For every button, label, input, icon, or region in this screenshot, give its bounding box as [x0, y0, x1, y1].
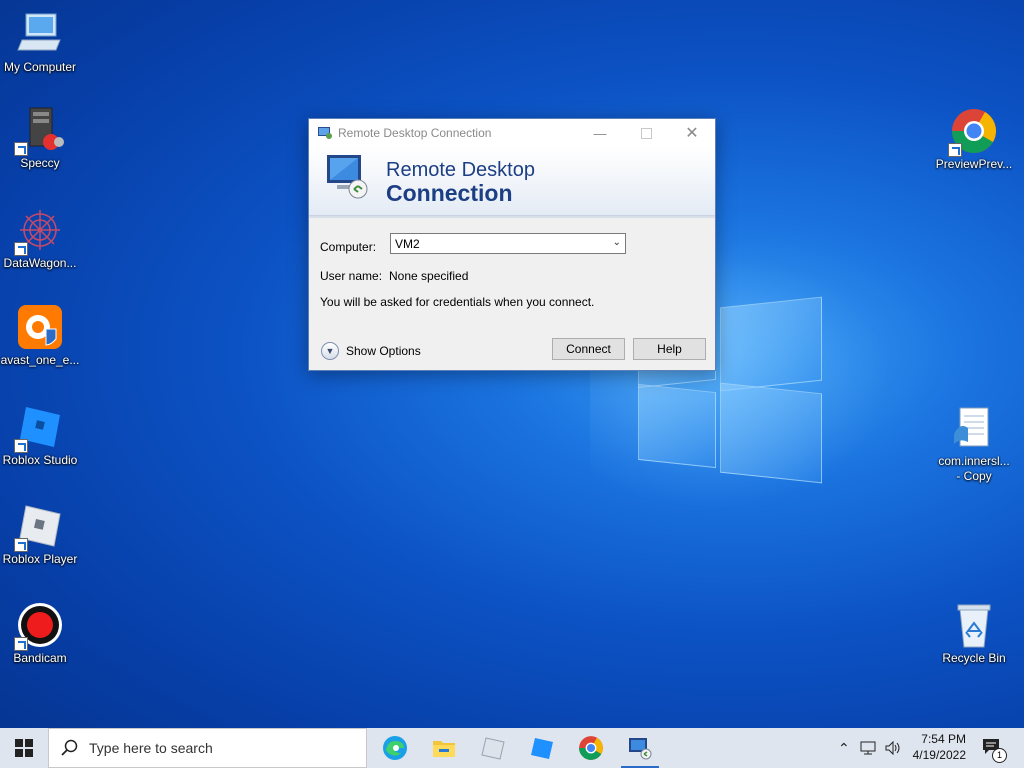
desktop-icon-label: My Computer [3, 60, 77, 74]
remote-desktop-icon [629, 738, 652, 760]
file-explorer-icon [433, 741, 455, 757]
shortcut-arrow-icon [14, 142, 28, 156]
chevron-up-icon[interactable]: ⌃ [838, 740, 850, 757]
taskbar-remote-desktop-button[interactable] [621, 734, 659, 768]
clock-date: 4/19/2022 [912, 748, 966, 762]
chrome-icon [579, 736, 603, 760]
expand-chevron-icon: ▼ [321, 342, 339, 360]
search-placeholder: Type here to search [89, 740, 213, 756]
roblox-studio-icon [14, 403, 64, 453]
close-button[interactable]: ✕ [669, 119, 715, 147]
desktop-icon-label: DataWagon... [3, 256, 77, 270]
maximize-icon [640, 127, 652, 139]
clock-time: 7:54 PM [921, 732, 966, 746]
desktop-icon-recycle-bin[interactable]: Recycle Bin [934, 601, 1014, 666]
desktop-icon-my-computer[interactable]: My Computer [0, 10, 80, 75]
taskbar-search-box[interactable]: Type here to search [48, 728, 367, 768]
desktop-icon-bandicam[interactable]: Bandicam [0, 601, 80, 666]
shortcut-arrow-icon [14, 538, 28, 552]
notification-center-button[interactable]: 1 [982, 738, 1007, 763]
close-icon: ✕ [685, 125, 699, 142]
help-button-label: Help [657, 342, 682, 356]
roblox-player-icon [14, 502, 64, 552]
roblox-studio-icon [531, 738, 553, 759]
remote-desktop-icon [318, 127, 332, 139]
avast-icon [16, 303, 64, 351]
credentials-note: You will be asked for credentials when y… [320, 295, 595, 309]
banner-title-line2: Connection [386, 180, 513, 206]
recycle-bin-icon [950, 601, 998, 649]
shortcut-arrow-icon [14, 242, 28, 256]
minimize-icon: — [593, 125, 607, 141]
maximize-button[interactable] [623, 119, 669, 147]
desktop-icon-label: avast_one_e... [0, 353, 80, 367]
taskbar-file-explorer-button[interactable] [430, 734, 458, 762]
dialog-titlebar[interactable]: Remote Desktop Connection — ✕ [309, 119, 715, 147]
banner-title-line1: Remote Desktop [386, 159, 535, 181]
desktop-icon-roblox-studio[interactable]: Roblox Studio [0, 403, 80, 468]
desktop-icon-roblox-player[interactable]: Roblox Player [0, 502, 80, 567]
show-options-toggle[interactable]: ▼ Show Options [321, 342, 421, 360]
username-label: User name: [320, 269, 383, 283]
username-value: None specified [389, 269, 469, 283]
connect-button[interactable]: Connect [552, 338, 625, 360]
taskbar: Type here to search ⌃ 7:54 PM 4/19/2022 … [0, 728, 1024, 768]
app-icon [481, 737, 505, 760]
desktop-icon-label: Roblox Player [2, 552, 78, 566]
computer-combobox[interactable]: VM2 ⌄ [390, 233, 626, 254]
desktop-icon-com-innersl[interactable]: com.innersl... - Copy [934, 404, 1014, 484]
document-icon [950, 404, 998, 452]
computer-label: Computer: [320, 240, 377, 254]
computer-icon [16, 10, 64, 58]
desktop-icon-label: Bandicam [13, 651, 67, 665]
banner-divider [309, 216, 715, 218]
taskbar-edge-button[interactable] [381, 734, 409, 762]
shortcut-arrow-icon [14, 637, 28, 651]
shortcut-arrow-icon [14, 439, 28, 453]
chevron-down-icon: ⌄ [612, 237, 621, 248]
taskbar-chrome-button[interactable] [577, 734, 605, 762]
taskbar-roblox-studio-button[interactable] [528, 734, 556, 762]
volume-icon[interactable] [884, 740, 902, 756]
desktop-icon-datawagon[interactable]: DataWagon... [0, 206, 80, 271]
desktop-icon-label: PreviewPrev... [935, 157, 1013, 171]
chrome-icon [948, 107, 998, 157]
computer-value: VM2 [395, 237, 420, 251]
windows-start-icon [15, 739, 33, 757]
remote-desktop-dialog[interactable]: Remote Desktop Connection — ✕ Remote Des… [308, 118, 716, 371]
help-button[interactable]: Help [633, 338, 706, 360]
speccy-icon [14, 106, 64, 156]
desktop-icon-label: Speccy [20, 156, 60, 170]
remote-desktop-logo-icon [327, 155, 368, 199]
taskbar-clock[interactable]: 7:54 PM 4/19/2022 [913, 731, 966, 763]
shortcut-arrow-icon [948, 143, 962, 157]
show-options-label: Show Options [346, 344, 421, 358]
system-tray: ⌃ [838, 728, 902, 768]
desktop-icon-label-line2: - Copy [956, 469, 992, 483]
desktop-icon-label: Roblox Studio [2, 453, 78, 467]
search-icon [61, 739, 78, 756]
desktop-icon-avast[interactable]: avast_one_e... [0, 303, 80, 368]
bandicam-icon [14, 601, 64, 651]
desktop-icon-label: com.innersl... [938, 454, 1010, 468]
desktop-icon-previewprev[interactable]: PreviewPrev... [934, 107, 1014, 172]
datawagon-icon [14, 206, 64, 256]
minimize-button[interactable]: — [577, 119, 623, 147]
edge-icon [383, 736, 407, 760]
connect-button-label: Connect [566, 342, 611, 356]
taskbar-app-button[interactable] [479, 734, 507, 762]
dialog-title: Remote Desktop Connection [338, 126, 492, 140]
desktop-icon-label: Recycle Bin [942, 651, 1006, 665]
start-button[interactable] [0, 728, 48, 768]
notification-count-badge: 1 [992, 748, 1007, 763]
desktop-icon-speccy[interactable]: Speccy [0, 106, 80, 171]
dialog-banner: Remote Desktop Connection [309, 147, 715, 216]
network-icon[interactable] [860, 740, 878, 756]
